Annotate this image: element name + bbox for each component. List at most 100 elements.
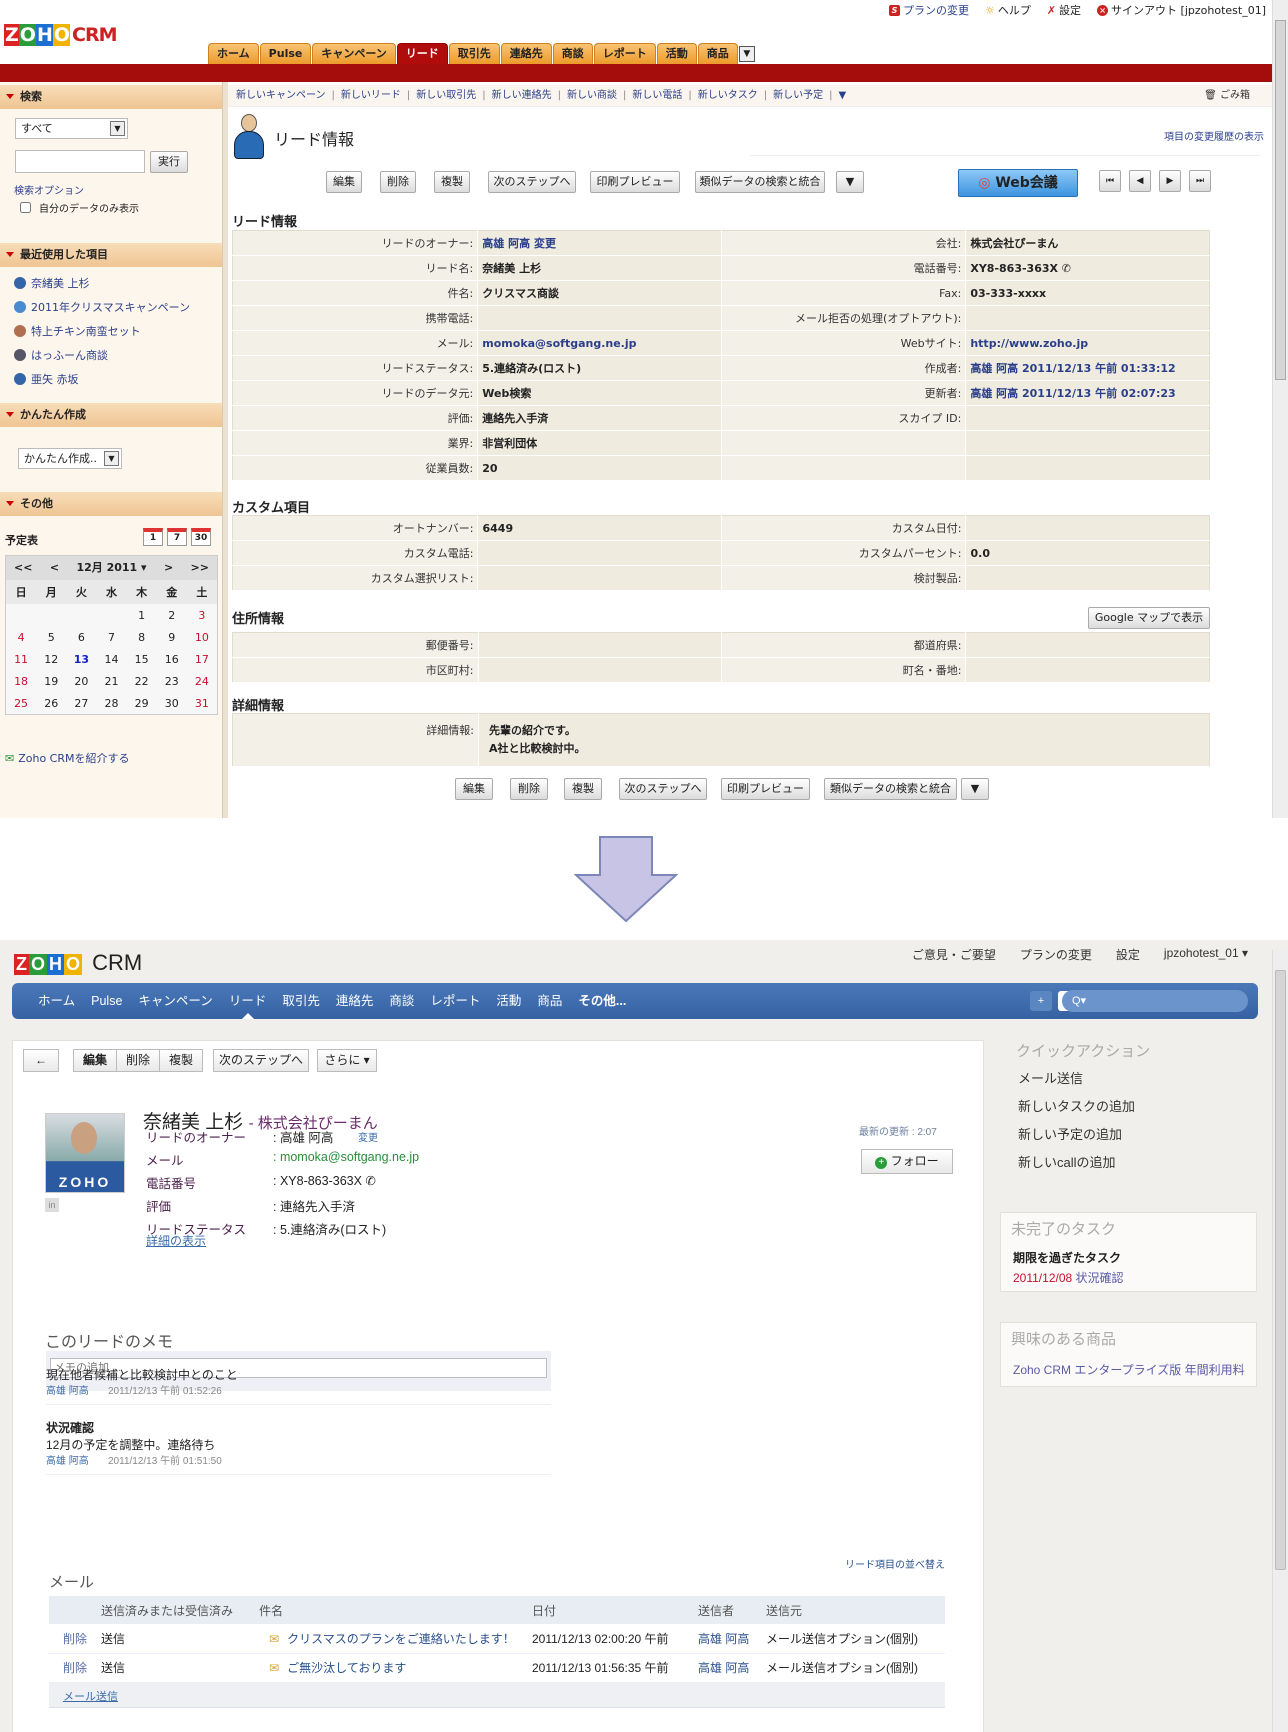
calendar-day[interactable]: 11 (6, 648, 36, 670)
delete-button[interactable]: 削除 (510, 778, 548, 800)
google-map-button[interactable]: Google マップで表示 (1088, 607, 1210, 629)
calendar-day[interactable]: 6 (66, 626, 96, 648)
calendar-day[interactable]: 2 (157, 604, 187, 626)
calendar-view-1-icon[interactable]: 1 (143, 528, 163, 546)
calendar-day[interactable]: 18 (6, 670, 36, 692)
edit-button[interactable]: 編集 (326, 171, 362, 193)
subnav-link[interactable]: 新しいリード (341, 90, 401, 101)
delete-button[interactable]: 削除 (116, 1049, 160, 1072)
task-link[interactable]: 状況確認 (1076, 1271, 1124, 1285)
nav-item[interactable]: Pulse (91, 983, 122, 1019)
delete-mail-link[interactable]: 削除 (49, 1653, 101, 1683)
recent-item[interactable]: 奈緒美 上杉 (14, 275, 90, 291)
quick-action-item[interactable]: 新しいcallの追加 (1018, 1152, 1116, 1171)
recent-item[interactable]: 特上チキン南蛮セット (14, 323, 141, 339)
calendar-day[interactable]: 17 (187, 648, 217, 670)
nav-item[interactable]: その他... (578, 983, 626, 1019)
subnav-link[interactable]: 新しいタスク (698, 90, 758, 101)
next-year-button[interactable]: >> (191, 556, 209, 580)
calendar-day[interactable]: 13 (66, 648, 96, 670)
other-section-header[interactable]: その他 (0, 492, 222, 516)
month-select[interactable]: 12月 2011 ▾ (76, 556, 146, 580)
calendar-day[interactable]: 12 (36, 648, 66, 670)
toplink-settings[interactable]: ✗ 設定 (1047, 2, 1081, 18)
calendar-day[interactable]: 14 (96, 648, 126, 670)
find-merge-duplicates-button[interactable]: 類似データの検索と統合 (824, 778, 957, 800)
tab-3[interactable]: リード (396, 43, 448, 64)
nav-item[interactable]: レポート (430, 983, 480, 1019)
first-record-button[interactable]: ⏮ (1099, 170, 1121, 192)
help-link[interactable]: ヘルプ (998, 2, 1031, 18)
change-owner-link[interactable]: 変更 (358, 1129, 378, 1144)
calendar-day[interactable]: 19 (36, 670, 66, 692)
quick-create-header[interactable]: かんたん作成 (0, 403, 222, 427)
next-step-button[interactable]: 次のステップへ (488, 171, 576, 193)
next-step-button[interactable]: 次のステップへ (213, 1049, 309, 1072)
subnav-link[interactable]: 新しい予定 (773, 90, 823, 101)
previous-record-button[interactable]: ◀ (1129, 170, 1151, 192)
field-value[interactable]: momoka@softgang.ne.jp (477, 330, 722, 356)
nav-item[interactable]: 取引先 (282, 983, 320, 1019)
calendar-day[interactable]: 31 (187, 692, 217, 714)
field-value[interactable]: 高雄 阿高 2011/12/13 午前 02:07:23 (965, 380, 1210, 406)
tab-8[interactable]: 活動 (656, 43, 697, 64)
delete-button[interactable]: 削除 (380, 171, 416, 193)
search-input[interactable] (15, 150, 145, 173)
tab-6[interactable]: 商談 (552, 43, 593, 64)
tab-9[interactable]: 商品 (697, 43, 738, 64)
prev-year-button[interactable]: << (14, 556, 32, 580)
nav-item[interactable]: 商品 (537, 983, 562, 1019)
send-mail-link[interactable]: メール送信 (63, 1691, 118, 1703)
search-scope-select[interactable]: すべて ▼ (15, 118, 128, 139)
calendar-day[interactable]: 3 (187, 604, 217, 626)
clone-button[interactable]: 複製 (434, 171, 470, 193)
more-button[interactable]: ▼ (961, 778, 989, 800)
quick-action-item[interactable]: 新しいタスクの追加 (1018, 1096, 1135, 1115)
subnav-link[interactable]: 新しいキャンペーン (236, 90, 326, 101)
back-button[interactable]: ← (23, 1049, 59, 1072)
scrollbar[interactable] (1272, 0, 1288, 818)
sidebar-collapse-handle[interactable] (222, 82, 228, 818)
signout-link[interactable]: サインアウト [jpzohotest_01] (1111, 2, 1266, 18)
calendar-day[interactable]: 1 (127, 604, 157, 626)
tab-7[interactable]: レポート (593, 43, 656, 64)
more-tabs-dropdown[interactable]: ▼ (738, 46, 755, 62)
field-value[interactable]: 高雄 阿高 2011/12/13 午前 01:33:12 (965, 355, 1210, 381)
more-dropdown-icon[interactable]: ▼ (839, 90, 847, 101)
product-link[interactable]: Zoho CRM エンタープライズ版 年間利用料 (1013, 1361, 1245, 1378)
nav-item[interactable]: 商談 (389, 983, 414, 1019)
edit-button[interactable]: 編集 (455, 778, 493, 800)
tab-0[interactable]: ホーム (208, 43, 259, 64)
toplink-plan[interactable]: S プランの変更 (888, 2, 969, 18)
change-history-link[interactable]: 項目の変更履歴の表示 (1164, 128, 1264, 143)
nav-item[interactable]: ホーム (38, 983, 75, 1019)
linkedin-icon[interactable]: in (45, 1198, 59, 1212)
tab-4[interactable]: 取引先 (448, 43, 500, 64)
more-button[interactable]: ▼ (836, 171, 864, 193)
calendar-day[interactable]: 21 (96, 670, 126, 692)
refer-zoho-link[interactable]: ✉ Zoho CRMを紹介する (5, 750, 130, 766)
top-link[interactable]: プランの変更 (1020, 946, 1092, 963)
refer-zoho-label[interactable]: Zoho CRMを紹介する (18, 750, 129, 766)
nav-item[interactable]: 連絡先 (336, 983, 374, 1019)
clone-button[interactable]: 複製 (564, 778, 602, 800)
calendar-view-30-icon[interactable]: 30 (191, 528, 211, 546)
recent-items-header[interactable]: 最近使用した項目 (0, 243, 222, 267)
quick-create-plus-icon[interactable]: + (1030, 991, 1052, 1011)
toplink-help[interactable]: ☼ ヘルプ (985, 2, 1031, 18)
next-month-button[interactable]: > (164, 556, 173, 580)
calendar-day[interactable]: 15 (127, 648, 157, 670)
next-step-button[interactable]: 次のステップへ (619, 778, 707, 800)
mail-subject-link[interactable]: クリスマスのプランをご連絡いたします！ (287, 1632, 515, 1646)
print-preview-button[interactable]: 印刷プレビュー (721, 778, 810, 800)
field-value[interactable]: 高雄 阿高 変更 (477, 230, 722, 256)
more-actions-button[interactable]: さらに ▾ (317, 1049, 377, 1072)
calendar-day[interactable]: 23 (157, 670, 187, 692)
calendar-day[interactable]: 28 (96, 692, 126, 714)
calendar-day[interactable]: 7 (96, 626, 126, 648)
note-author[interactable]: 高雄 阿高 (46, 1452, 89, 1467)
my-data-only-checkbox[interactable] (20, 202, 31, 213)
web-meeting-button[interactable]: ◎ Web会議 (958, 169, 1078, 197)
calendar-day[interactable]: 26 (36, 692, 66, 714)
recent-item[interactable]: 亜矢 赤坂 (14, 371, 79, 387)
